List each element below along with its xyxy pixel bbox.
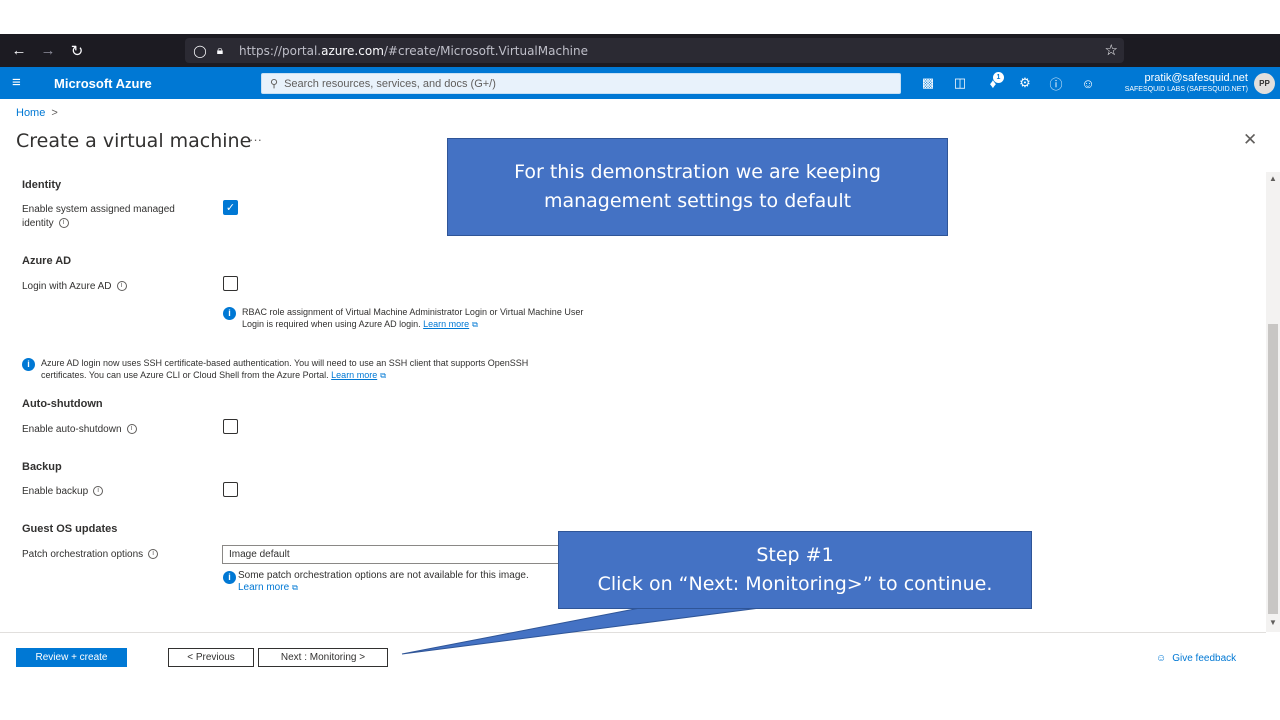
identity-checkbox[interactable]: ✓ bbox=[223, 200, 238, 215]
info-filled-icon: i bbox=[223, 307, 236, 320]
auto-shutdown-label: Enable auto-shutdown i bbox=[22, 423, 137, 437]
content-scrollbar[interactable]: ▲ ▼ bbox=[1266, 172, 1280, 632]
portal-menu-icon[interactable]: ≡ bbox=[12, 74, 21, 91]
azure-brand[interactable]: Microsoft Azure bbox=[54, 76, 152, 91]
backup-label: Enable backup i bbox=[22, 485, 104, 499]
patch-label-text: Patch orchestration options bbox=[22, 549, 144, 560]
auto-shutdown-label-text: Enable auto-shutdown bbox=[22, 424, 122, 435]
checkmark-icon: ✓ bbox=[225, 202, 236, 214]
backup-checkbox[interactable] bbox=[223, 482, 238, 497]
page-title: Create a virtual machine bbox=[16, 130, 252, 152]
callout-pointer-shape bbox=[401, 607, 761, 655]
external-link-icon: ⧉ bbox=[380, 371, 386, 380]
give-feedback-label: Give feedback bbox=[1172, 653, 1237, 664]
footer-divider bbox=[0, 632, 1266, 633]
breadcrumb: Home > bbox=[16, 107, 58, 119]
scroll-up-icon[interactable]: ▲ bbox=[1266, 174, 1280, 186]
info-filled-icon: i bbox=[223, 571, 236, 584]
breadcrumb-home-link[interactable]: Home bbox=[16, 107, 45, 119]
callout-line-1: For this demonstration we are keeping bbox=[514, 161, 881, 183]
lock-icon[interactable]: 🔒︎ bbox=[211, 42, 229, 60]
instruction-callout: For this demonstration we are keeping ma… bbox=[447, 138, 948, 236]
top-margin bbox=[0, 0, 1280, 34]
shield-icon[interactable]: ◯ bbox=[191, 42, 209, 60]
reload-icon[interactable]: ↻ bbox=[65, 34, 89, 67]
rbac-note-text: RBAC role assignment of Virtual Machine … bbox=[242, 307, 584, 329]
cloud-shell-icon[interactable]: ▩ bbox=[918, 74, 938, 92]
browser-toolbar: ← → ↻ ◯ 🔒︎ https://portal.azure.com/#cre… bbox=[0, 34, 1280, 92]
ssh-note-text: Azure AD login now uses SSH certificate-… bbox=[41, 358, 529, 380]
settings-gear-icon[interactable]: ⚙ bbox=[1015, 74, 1035, 92]
patch-note-text: Some patch orchestration options are not… bbox=[238, 570, 529, 581]
feedback-icon[interactable]: ☺ bbox=[1078, 74, 1098, 92]
bookmark-star-icon[interactable]: ☆ bbox=[1105, 41, 1118, 59]
back-arrow-icon[interactable]: ← bbox=[7, 34, 31, 67]
review-create-button[interactable]: Review + create bbox=[16, 648, 127, 667]
backup-label-text: Enable backup bbox=[22, 486, 89, 497]
global-search-input[interactable]: ⚲ Search resources, services, and docs (… bbox=[261, 73, 901, 94]
step-title: Step #1 bbox=[756, 544, 834, 566]
azure-ad-label-text: Login with Azure AD bbox=[22, 281, 112, 292]
info-icon[interactable]: i bbox=[58, 218, 69, 229]
rbac-learn-more-link[interactable]: Learn more bbox=[423, 319, 469, 329]
forward-arrow-icon[interactable]: → bbox=[36, 34, 60, 67]
info-icon[interactable]: i bbox=[148, 549, 159, 560]
rbac-info-note: i RBAC role assignment of Virtual Machin… bbox=[223, 306, 593, 331]
next-monitoring-button[interactable]: Next : Monitoring > bbox=[258, 648, 388, 667]
ssh-learn-more-link[interactable]: Learn more bbox=[331, 370, 377, 380]
azure-topbar: ≡ Microsoft Azure ⚲ Search resources, se… bbox=[0, 67, 1280, 99]
directory-filter-icon[interactable]: ◫ bbox=[950, 74, 970, 92]
auto-shutdown-checkbox[interactable] bbox=[223, 419, 238, 434]
identity-label: Enable system assigned managed identity i bbox=[22, 203, 202, 231]
azure-ad-label: Login with Azure AD i bbox=[22, 280, 127, 294]
scroll-thumb[interactable] bbox=[1268, 324, 1278, 614]
azure-ad-heading: Azure AD bbox=[22, 255, 72, 267]
address-bar[interactable]: ◯ 🔒︎ https://portal.azure.com/#create/Mi… bbox=[185, 38, 1124, 63]
step-text: Click on “Next: Monitoring>” to continue… bbox=[597, 573, 993, 595]
info-filled-icon: i bbox=[22, 358, 35, 371]
scroll-down-icon[interactable]: ▼ bbox=[1266, 618, 1280, 630]
patch-info-note: i Some patch orchestration options are n… bbox=[223, 570, 563, 594]
avatar[interactable]: PP bbox=[1254, 73, 1275, 94]
help-icon[interactable]: ⓘ bbox=[1046, 74, 1066, 92]
search-placeholder: Search resources, services, and docs (G+… bbox=[284, 77, 496, 90]
account-email: pratik@safesquid.net bbox=[1144, 72, 1248, 84]
ssh-info-note: i Azure AD login now uses SSH certificat… bbox=[22, 357, 567, 382]
info-icon[interactable]: i bbox=[93, 486, 104, 497]
feedback-person-icon: ☺ bbox=[1156, 653, 1167, 664]
identity-heading: Identity bbox=[22, 179, 62, 191]
account-org: SAFESQUID LABS (SAFESQUID.NET) bbox=[1124, 86, 1248, 93]
backup-heading: Backup bbox=[22, 461, 62, 473]
patch-learn-more-link[interactable]: Learn more bbox=[238, 582, 289, 593]
patch-label: Patch orchestration options i bbox=[22, 548, 159, 562]
account-info[interactable]: pratik@safesquid.net SAFESQUID LABS (SAF… bbox=[1125, 72, 1248, 93]
external-link-icon: ⧉ bbox=[292, 583, 298, 592]
callout-line-2: management settings to default bbox=[543, 190, 852, 212]
identity-label-text: Enable system assigned managed identity bbox=[22, 204, 175, 229]
azure-ad-checkbox[interactable] bbox=[223, 276, 238, 291]
patch-orchestration-select[interactable]: Image default bbox=[222, 545, 562, 564]
more-options-icon[interactable]: ··· bbox=[249, 132, 262, 147]
give-feedback-link[interactable]: ☺ Give feedback bbox=[1156, 653, 1236, 664]
breadcrumb-separator: > bbox=[51, 107, 58, 119]
auto-shutdown-heading: Auto-shutdown bbox=[22, 398, 103, 410]
notification-count-badge: 1 bbox=[993, 72, 1004, 83]
url-text[interactable]: https://portal.azure.com/#create/Microso… bbox=[239, 44, 588, 58]
guest-os-heading: Guest OS updates bbox=[22, 523, 118, 535]
external-link-icon: ⧉ bbox=[472, 320, 478, 329]
search-icon: ⚲ bbox=[270, 78, 279, 90]
previous-button[interactable]: < Previous bbox=[168, 648, 254, 667]
step-callout: Step #1 Click on “Next: Monitoring>” to … bbox=[558, 531, 1032, 609]
close-icon[interactable]: ✕ bbox=[1243, 130, 1257, 150]
info-icon[interactable]: i bbox=[116, 281, 127, 292]
info-icon[interactable]: i bbox=[126, 424, 137, 435]
